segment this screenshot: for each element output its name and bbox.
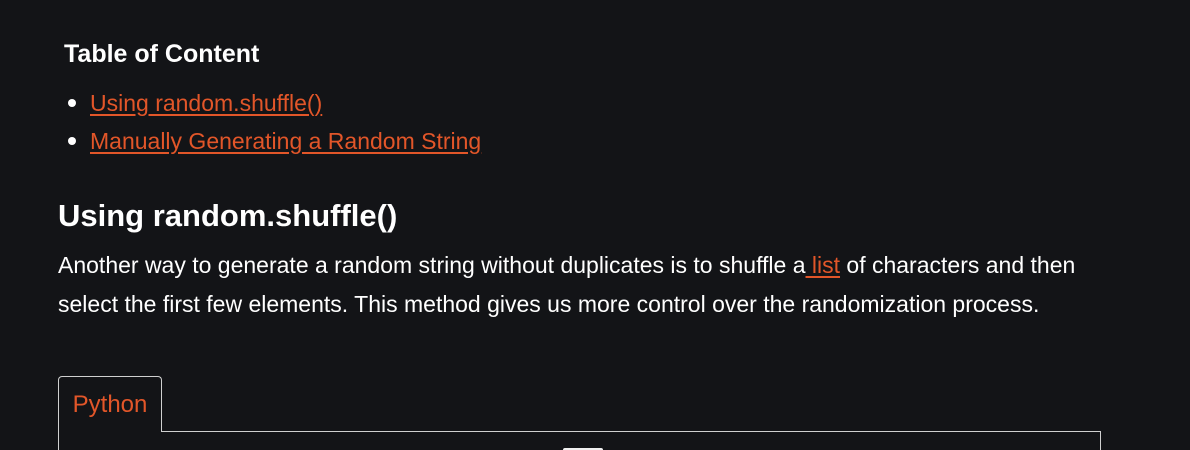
list-link[interactable]: list — [806, 252, 840, 278]
toc-item: Using random.shuffle() — [64, 84, 481, 122]
bullet-icon — [68, 99, 76, 107]
toc-link-manually-generating[interactable]: Manually Generating a Random String — [90, 128, 481, 155]
tab-python-label: Python — [72, 390, 148, 418]
paragraph-text-before-link: Another way to generate a random string … — [58, 252, 806, 278]
section-paragraph: Another way to generate a random string … — [58, 246, 1098, 323]
toc-list: Using random.shuffle() Manually Generati… — [64, 84, 481, 160]
toc-title: Table of Content — [64, 40, 260, 68]
article-page: Table of Content Using random.shuffle() … — [0, 0, 1190, 450]
tab-python[interactable]: Python — [58, 376, 162, 432]
toc-item: Manually Generating a Random String — [64, 122, 481, 160]
code-panel — [58, 431, 1101, 450]
section-heading: Using random.shuffle() — [58, 198, 398, 233]
bullet-icon — [68, 137, 76, 145]
toc-link-using-random-shuffle[interactable]: Using random.shuffle() — [90, 90, 322, 117]
